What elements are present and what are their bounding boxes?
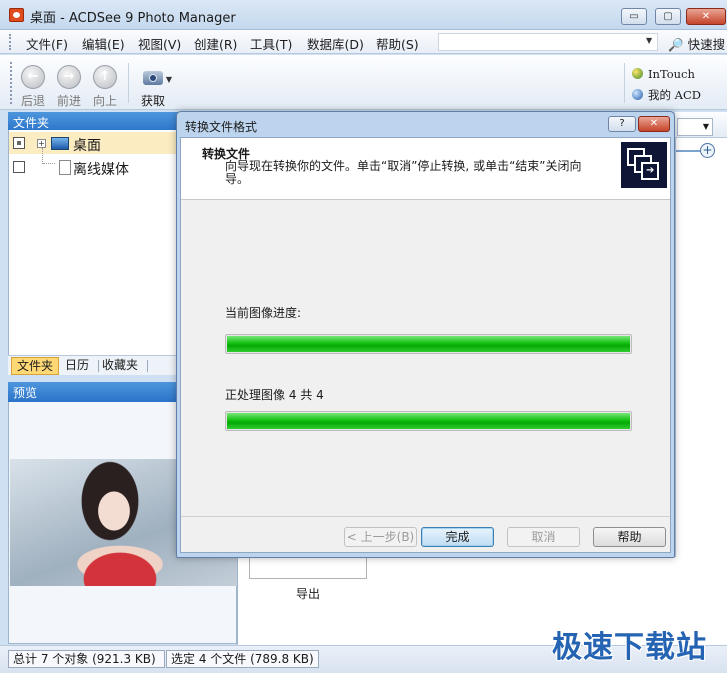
convert-icon: ➔ [621,142,667,188]
finish-button[interactable]: 完成 [421,527,494,547]
my-acd-icon [632,89,643,100]
menu-view[interactable]: 视图(V) [138,34,181,53]
back-arrow-icon: ← [21,65,45,89]
overall-progress-label: 正处理图像 4 共 4 [225,388,324,402]
forward-label: 前进 [56,94,81,108]
menu-create[interactable]: 创建(R) [194,34,237,53]
zoom-in-icon[interactable]: + [700,143,715,158]
thumbnail-label: 导出 [296,587,321,601]
window-title: 桌面 - ACDSee 9 Photo Manager [30,11,236,26]
offline-media-checkbox[interactable] [13,161,25,173]
acdsee-app-icon [9,8,24,22]
thumbnail-frame[interactable] [249,557,367,579]
dialog-close-icon[interactable]: ✕ [638,116,670,132]
status-total: 总计 7 个对象 (921.3 KB) [8,650,165,668]
search-icon: 🔎 [668,37,684,52]
dialog-header: 转换文件 向导现在转换你的文件。单击“取消”停止转换, 或单击“结束”关闭向导。… [181,138,670,200]
dialog-title: 转换文件格式 [185,120,258,134]
back-label: 后退 [20,94,45,108]
toolbar: ← 后退 → 前进 ↑ 向上 ▼ 获取 InTouch 我的 ACD [0,55,727,110]
desktop-icon [51,137,69,150]
current-progress-label: 当前图像进度: [225,306,302,320]
current-progress-fill [227,336,630,352]
status-selected: 选定 4 个文件 (789.8 KB) [166,650,319,668]
quick-search-input[interactable] [438,33,658,51]
camera-icon: ▼ [140,65,172,89]
up-arrow-icon: ↑ [93,65,117,89]
intouch-icon [632,68,643,79]
tab-favorites[interactable]: 收藏夹 [97,357,143,375]
overall-progress-fill [227,413,630,429]
up-button[interactable]: ↑ 向上 [88,65,122,109]
dialog-body: 转换文件 向导现在转换你的文件。单击“取消”停止转换, 或单击“结束”关闭向导。… [180,137,671,553]
maximize-button[interactable]: ▢ [655,8,681,25]
my-acd-label: 我的 ACD [648,88,701,102]
menu-tools[interactable]: 工具(T) [250,34,292,53]
tab-calendar[interactable]: 日历 [60,357,94,375]
intouch-label: InTouch [648,67,695,81]
help-button[interactable]: 帮助 [593,527,666,547]
close-button[interactable]: ✕ [686,8,726,25]
search-dropdown-icon[interactable]: ▼ [646,36,652,45]
forward-button[interactable]: → 前进 [52,65,86,109]
title-bar: 桌面 - ACDSee 9 Photo Manager ▭ ▢ ✕ [0,0,727,30]
tab-divider [147,360,148,372]
intouch-link[interactable]: InTouch [632,67,695,81]
current-progress-bar [225,334,632,354]
toolbar-divider-right [624,63,625,103]
document-icon [59,160,71,175]
folder-label-desktop: 桌面 [73,138,101,154]
view-dropdown[interactable]: ▼ [677,118,713,136]
folder-label-offline-media: 离线媒体 [73,162,129,178]
overall-progress-bar [225,411,632,431]
tab-folders[interactable]: 文件夹 [11,357,60,375]
up-label: 向上 [92,94,117,108]
quick-search-button[interactable]: 🔎 快速搜 [668,34,725,53]
zoom-slider[interactable] [676,150,700,152]
forward-arrow-icon: → [57,65,81,89]
watermark: 极速下载站 [552,630,707,665]
dialog-footer-divider [181,516,670,517]
minimize-button[interactable]: ▭ [621,8,647,25]
menu-grip[interactable] [9,34,12,50]
menu-file[interactable]: 文件(F) [26,34,68,53]
back-step-button[interactable]: < 上一步(B) [344,527,417,547]
toolbar-grip[interactable] [10,62,13,104]
back-button[interactable]: ← 后退 [16,65,50,109]
convert-format-dialog: 转换文件格式 ? ✕ 转换文件 向导现在转换你的文件。单击“取消”停止转换, 或… [176,111,675,558]
dialog-help-icon[interactable]: ? [608,116,636,132]
toolbar-divider [128,63,129,103]
acquire-button[interactable]: ▼ 获取 [136,65,172,109]
menu-help[interactable]: 帮助(S) [376,34,419,53]
my-acd-link[interactable]: 我的 ACD [632,87,701,103]
menu-edit[interactable]: 编辑(E) [82,34,125,53]
desktop-checkbox[interactable] [13,137,25,149]
dialog-header-description: 向导现在转换你的文件。单击“取消”停止转换, 或单击“结束”关闭向导。 [225,159,582,186]
menu-database[interactable]: 数据库(D) [307,34,364,53]
quick-search-label: 快速搜 [687,37,726,52]
cancel-button[interactable]: 取消 [507,527,580,547]
acquire-label: 获取 [140,94,165,108]
expand-icon[interactable]: + [37,139,46,148]
menu-bar: 文件(F) 编辑(E) 视图(V) 创建(R) 工具(T) 数据库(D) 帮助(… [0,30,727,54]
